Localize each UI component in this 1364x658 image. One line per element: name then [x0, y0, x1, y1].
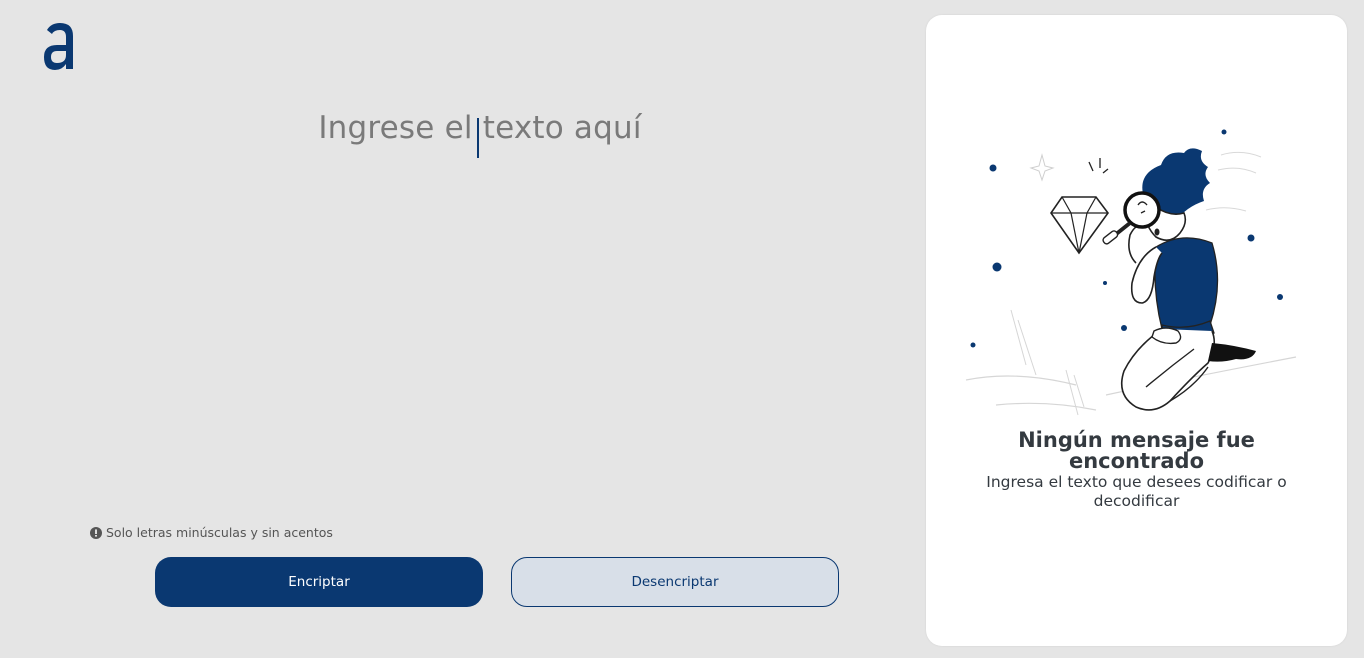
person-with-magnifier-illustration [965, 129, 1297, 416]
input-hint-text: Solo letras minúsculas y sin acentos [106, 525, 333, 540]
encrypt-button[interactable]: Encriptar [155, 557, 483, 607]
text-caret [477, 118, 479, 158]
output-panel: Ningún mensaje fue encontrado Ingresa el… [926, 15, 1347, 646]
input-hint: Solo letras minúsculas y sin acentos [90, 525, 333, 540]
info-icon [90, 526, 102, 539]
alura-logo-icon [44, 23, 73, 70]
app-root: Ingrese el texto aquí Solo letras minúsc… [0, 0, 1364, 658]
decrypt-button[interactable]: Desencriptar [511, 557, 839, 607]
empty-state-title: Ningún mensaje fue encontrado [1018, 428, 1255, 473]
text-input-placeholder: Ingrese el texto aquí [318, 110, 642, 146]
text-input-area[interactable]: Ingrese el texto aquí [120, 110, 840, 170]
empty-state-subtitle: Ingresa el texto que desees codificar o … [986, 473, 1287, 510]
